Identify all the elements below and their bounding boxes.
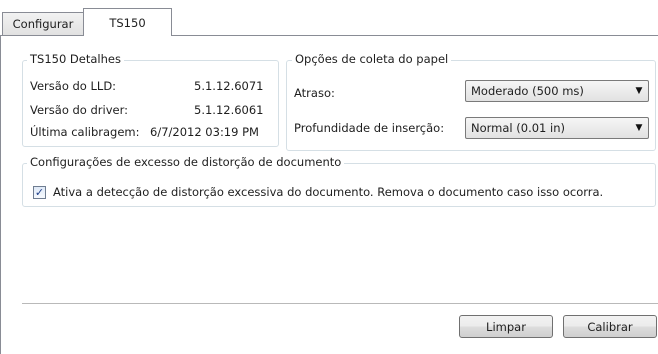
paper-options-legend: Opções de coleta do papel xyxy=(292,52,452,66)
tab-ts150-label: TS150 xyxy=(109,15,146,30)
driver-version-label: Versão do driver: xyxy=(30,103,129,117)
chevron-down-icon: ▼ xyxy=(635,86,643,96)
footer-separator xyxy=(22,303,658,304)
lld-version-label: Versão do LLD: xyxy=(30,79,117,93)
insertion-depth-select-value: Normal (0.01 in) xyxy=(471,121,565,135)
tab-panel-border-left xyxy=(0,35,83,36)
insertion-depth-label: Profundidade de inserção: xyxy=(294,121,445,135)
last-calibration-label: Última calibragem: xyxy=(30,125,140,139)
skew-detection-checkbox[interactable]: ✓ xyxy=(33,186,46,199)
insertion-depth-select[interactable]: Normal (0.01 in) ▼ xyxy=(465,117,649,139)
calibrate-button[interactable]: Calibrar xyxy=(563,315,657,338)
tab-configurar[interactable]: Configurar xyxy=(2,12,84,35)
delay-select-value: Moderado (500 ms) xyxy=(471,84,584,98)
skew-detection-label[interactable]: Ativa a detecção de distorção excessiva … xyxy=(53,185,603,199)
checkmark-icon: ✓ xyxy=(34,186,45,199)
clear-button[interactable]: Limpar xyxy=(459,315,553,338)
delay-select[interactable]: Moderado (500 ms) ▼ xyxy=(465,80,649,102)
tab-panel-left-edge xyxy=(0,35,1,354)
details-legend: TS150 Detalhes xyxy=(27,52,124,66)
chevron-down-icon: ▼ xyxy=(635,123,643,133)
calibrate-button-label: Calibrar xyxy=(587,319,633,334)
driver-version-value: 5.1.12.6061 xyxy=(194,103,264,117)
delay-label: Atraso: xyxy=(294,86,335,100)
tab-panel-border xyxy=(172,35,658,36)
last-calibration-value: 6/7/2012 03:19 PM xyxy=(150,125,259,139)
lld-version-value: 5.1.12.6071 xyxy=(194,79,264,93)
skew-settings-legend: Configurações de excesso de distorção de… xyxy=(27,155,345,169)
tab-configurar-label: Configurar xyxy=(12,17,74,31)
tab-ts150[interactable]: TS150 xyxy=(83,8,172,36)
clear-button-label: Limpar xyxy=(486,319,526,334)
